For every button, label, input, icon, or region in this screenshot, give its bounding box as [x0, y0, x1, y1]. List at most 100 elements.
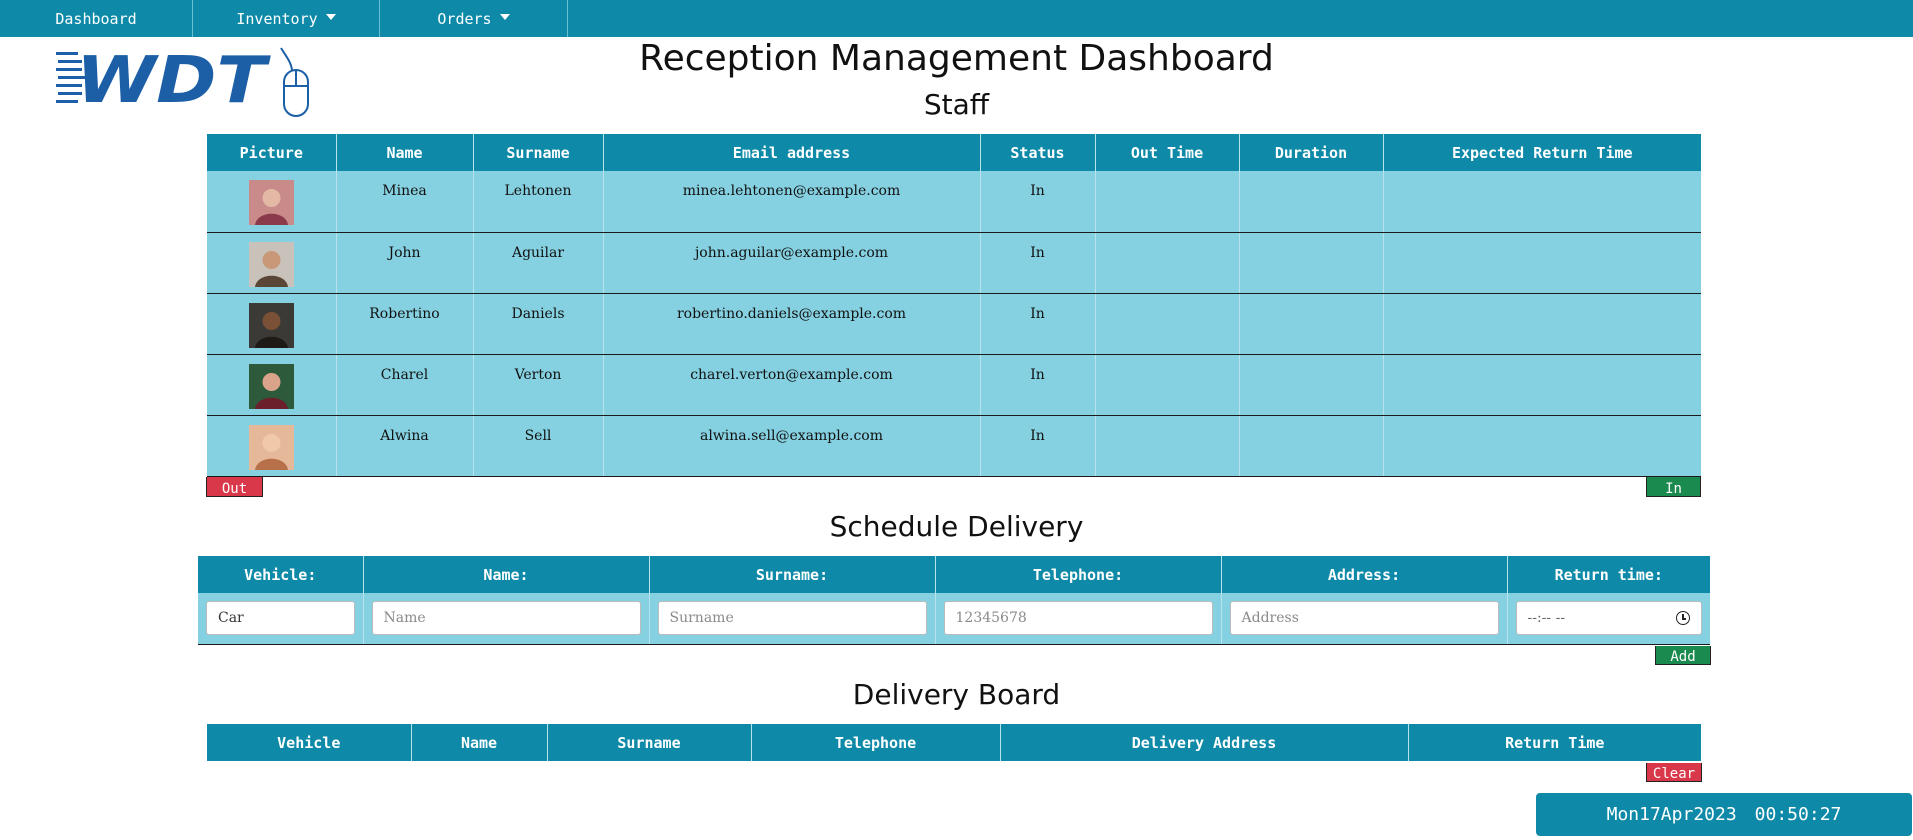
schedule-header-vehicle: Vehicle: — [198, 556, 364, 593]
schedule-header-row: Vehicle: Name: Surname: Telephone: Addre… — [198, 556, 1710, 593]
schedule-delivery-table: Vehicle: Name: Surname: Telephone: Addre… — [198, 556, 1710, 645]
staff-avatar — [248, 363, 294, 409]
staff-avatar — [248, 424, 294, 470]
schedule-header-telephone: Telephone: — [935, 556, 1222, 593]
staff-status: In — [980, 293, 1096, 355]
top-navbar: Dashboard Inventory Orders — [0, 0, 1913, 37]
staff-expected-return — [1383, 415, 1701, 477]
board-header-vehicle: Vehicle — [207, 724, 412, 761]
staff-name: John — [336, 232, 474, 294]
delivery-address-input[interactable]: Address — [1229, 601, 1499, 636]
schedule-header-name: Name: — [363, 556, 650, 593]
staff-out-button[interactable]: Out — [206, 477, 263, 497]
board-header-telephone: Telephone — [751, 724, 1001, 761]
staff-duration — [1239, 232, 1384, 294]
return-time-cell: --:-- -- — [1507, 593, 1710, 645]
return-time-placeholder: --:-- -- — [1527, 610, 1566, 627]
staff-out-time — [1095, 293, 1240, 355]
delivery-name-input[interactable]: Name — [371, 601, 641, 636]
staff-avatar — [248, 302, 294, 348]
staff-name: Charel — [336, 354, 474, 416]
staff-picture-cell — [207, 293, 337, 355]
caret-down-icon — [325, 13, 336, 20]
staff-header-picture: Picture — [207, 134, 337, 171]
staff-email: charel.verton@example.com — [603, 354, 981, 416]
board-header-surname: Surname — [547, 724, 752, 761]
telephone-cell: 12345678 — [935, 593, 1222, 645]
staff-name: Robertino — [336, 293, 474, 355]
staff-out-time — [1095, 171, 1240, 233]
staff-surname: Verton — [473, 354, 604, 416]
staff-out-time — [1095, 415, 1240, 477]
clear-board-button[interactable]: Clear — [1646, 763, 1702, 782]
current-time: 00:50:27 — [1754, 804, 1842, 825]
vehicle-cell: Car — [198, 593, 364, 645]
staff-surname: Lehtonen — [473, 171, 604, 233]
staff-surname: Aguilar — [473, 232, 604, 294]
nav-dashboard[interactable]: Dashboard — [0, 0, 193, 37]
staff-duration — [1239, 293, 1384, 355]
staff-out-time — [1095, 232, 1240, 294]
vehicle-select[interactable]: Car — [206, 601, 355, 636]
return-time-input[interactable]: --:-- -- — [1515, 601, 1702, 636]
delivery-surname-input[interactable]: Surname — [657, 601, 927, 636]
delivery-telephone-input[interactable]: 12345678 — [943, 601, 1213, 636]
staff-header-expected-return: Expected Return Time — [1383, 134, 1701, 171]
delivery-board-title: Delivery Board — [852, 678, 1061, 711]
staff-row[interactable]: Charel Verton charel.verton@example.com … — [207, 354, 1701, 416]
staff-avatar — [248, 180, 294, 225]
delivery-surname-placeholder: Surname — [669, 610, 734, 627]
board-header-return-time: Return Time — [1408, 724, 1701, 761]
staff-email: john.aguilar@example.com — [603, 232, 981, 294]
name-cell: Name — [363, 593, 650, 645]
staff-duration — [1239, 354, 1384, 416]
clock-icon[interactable] — [1676, 611, 1690, 626]
staff-table: Picture Name Surname Email address Statu… — [207, 134, 1701, 477]
staff-picture-cell — [207, 415, 337, 477]
staff-status: In — [980, 232, 1096, 294]
surname-cell: Surname — [649, 593, 936, 645]
staff-email: minea.lehtonen@example.com — [603, 171, 981, 233]
staff-out-time — [1095, 354, 1240, 416]
delivery-address-placeholder: Address — [1241, 610, 1299, 627]
staff-status: In — [980, 171, 1096, 233]
staff-row[interactable]: John Aguilar john.aguilar@example.com In — [207, 232, 1701, 294]
nav-orders-label: Orders — [437, 9, 492, 28]
delivery-telephone-placeholder: 12345678 — [955, 610, 1027, 627]
board-header-name: Name — [411, 724, 548, 761]
board-header-delivery-address: Delivery Address — [1000, 724, 1409, 761]
nav-inventory-label: Inventory — [236, 9, 318, 28]
staff-header-duration: Duration — [1239, 134, 1384, 171]
caret-down-icon — [499, 13, 510, 20]
staff-header-out-time: Out Time — [1095, 134, 1240, 171]
staff-in-button[interactable]: In — [1646, 477, 1701, 497]
nav-dashboard-label: Dashboard — [55, 9, 137, 28]
staff-row[interactable]: Alwina Sell alwina.sell@example.com In — [207, 415, 1701, 477]
staff-duration — [1239, 171, 1384, 233]
staff-name: Alwina — [336, 415, 474, 477]
staff-header-name: Name — [336, 134, 474, 171]
nav-orders-dropdown[interactable]: Orders — [380, 0, 568, 37]
schedule-header-surname: Surname: — [649, 556, 936, 593]
staff-email: robertino.daniels@example.com — [603, 293, 981, 355]
delivery-name-placeholder: Name — [383, 610, 426, 627]
current-date: Mon17Apr2023 — [1606, 804, 1737, 825]
add-delivery-button[interactable]: Add — [1655, 646, 1711, 665]
delivery-board-table: Vehicle Name Surname Telephone Delivery … — [207, 724, 1701, 761]
board-header-row: Vehicle Name Surname Telephone Delivery … — [207, 724, 1701, 761]
staff-table-header-row: Picture Name Surname Email address Statu… — [207, 134, 1701, 171]
staff-header-surname: Surname — [473, 134, 604, 171]
staff-status: In — [980, 415, 1096, 477]
staff-email: alwina.sell@example.com — [603, 415, 981, 477]
staff-header-email: Email address — [603, 134, 981, 171]
nav-inventory-dropdown[interactable]: Inventory — [193, 0, 380, 37]
schedule-header-return-time: Return time: — [1507, 556, 1710, 593]
staff-row[interactable]: Minea Lehtonen minea.lehtonen@example.co… — [207, 171, 1701, 233]
staff-surname: Sell — [473, 415, 604, 477]
date-time-display: Mon17Apr2023 00:50:27 — [1536, 793, 1912, 836]
staff-duration — [1239, 415, 1384, 477]
staff-row[interactable]: Robertino Daniels robertino.daniels@exam… — [207, 293, 1701, 355]
staff-expected-return — [1383, 354, 1701, 416]
staff-expected-return — [1383, 232, 1701, 294]
page-title: Reception Management Dashboard — [639, 38, 1274, 79]
